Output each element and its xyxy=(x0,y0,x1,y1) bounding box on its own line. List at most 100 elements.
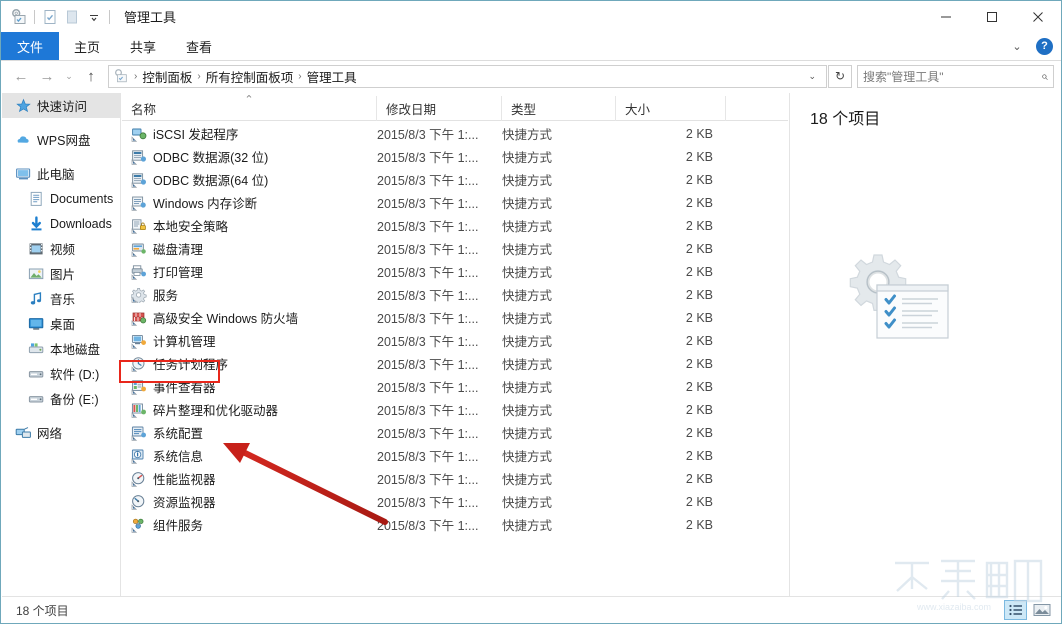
table-row[interactable]: 本地安全策略2015/8/3 下午 1:...快捷方式2 KB xyxy=(122,214,788,237)
breadcrumb-item-control-panel[interactable]: 控制面板 xyxy=(139,67,195,86)
file-type-cell: 快捷方式 xyxy=(502,308,616,327)
recent-locations-button[interactable]: ⌄ xyxy=(60,64,78,88)
tab-share[interactable]: 共享 xyxy=(115,32,171,60)
file-date-cell: 2015/8/3 下午 1:... xyxy=(377,446,502,465)
file-name-cell[interactable]: 系统信息 xyxy=(122,446,377,465)
sidebar-item-2[interactable]: 此电脑 xyxy=(2,161,120,186)
sidebar-item-0[interactable]: 快速访问 xyxy=(2,93,120,118)
file-name-cell[interactable]: 高级安全 Windows 防火墙 xyxy=(122,308,377,327)
sidebar-item-4[interactable]: Downloads xyxy=(2,211,120,236)
details-view-button[interactable] xyxy=(1004,600,1027,620)
file-name-cell[interactable]: Windows 内存诊断 xyxy=(122,193,377,212)
table-row[interactable]: 任务计划程序2015/8/3 下午 1:...快捷方式2 KB xyxy=(122,352,788,375)
table-row[interactable]: Windows 内存诊断2015/8/3 下午 1:...快捷方式2 KB xyxy=(122,191,788,214)
table-row[interactable]: iSCSI 发起程序2015/8/3 下午 1:...快捷方式2 KB xyxy=(122,122,788,145)
search-icon[interactable]: ⌕ xyxy=(1041,69,1048,84)
customize-qat-caret-icon[interactable] xyxy=(83,6,105,28)
file-name-cell[interactable]: 组件服务 xyxy=(122,515,377,534)
tab-view[interactable]: 查看 xyxy=(171,32,227,60)
sidebar-item-5[interactable]: 视频 xyxy=(2,236,120,261)
file-name-cell[interactable]: 服务 xyxy=(122,285,377,304)
back-button[interactable]: ← xyxy=(8,64,34,88)
table-row[interactable]: 系统配置2015/8/3 下午 1:...快捷方式2 KB xyxy=(122,421,788,444)
sidebar-item-label: 图片 xyxy=(50,264,75,283)
sidebar-item-11[interactable]: 备份 (E:) xyxy=(2,386,120,411)
file-name-label: 组件服务 xyxy=(153,515,203,534)
column-header-name[interactable]: 名称 xyxy=(122,96,377,121)
file-name-cell[interactable]: 磁盘清理 xyxy=(122,239,377,258)
table-row[interactable]: 打印管理2015/8/3 下午 1:...快捷方式2 KB xyxy=(122,260,788,283)
sidebar-item-3[interactable]: Documents xyxy=(2,186,120,211)
file-size-cell: 2 KB xyxy=(616,357,726,371)
sidebar-item-label: 视频 xyxy=(50,239,75,258)
sidebar-item-8[interactable]: 桌面 xyxy=(2,311,120,336)
table-row[interactable]: 碎片整理和优化驱动器2015/8/3 下午 1:...快捷方式2 KB xyxy=(122,398,788,421)
up-button[interactable]: ↑ xyxy=(78,64,104,88)
tab-home[interactable]: 主页 xyxy=(59,32,115,60)
address-dropdown-icon[interactable]: ⌄ xyxy=(804,71,822,82)
address-bar[interactable]: › 控制面板 › 所有控制面板项 › 管理工具 ⌄ xyxy=(108,65,827,88)
file-name-cell[interactable]: 打印管理 xyxy=(122,262,377,281)
sidebar-item-7[interactable]: 音乐 xyxy=(2,286,120,311)
table-row[interactable]: 计算机管理2015/8/3 下午 1:...快捷方式2 KB xyxy=(122,329,788,352)
large-icons-view-button[interactable] xyxy=(1030,600,1053,620)
table-row[interactable]: 服务2015/8/3 下午 1:...快捷方式2 KB xyxy=(122,283,788,306)
column-header-type[interactable]: 类型 xyxy=(502,96,616,121)
sidebar-item-1[interactable]: WPS网盘 xyxy=(2,127,120,152)
file-name-cell[interactable]: 计算机管理 xyxy=(122,331,377,350)
file-name-cell[interactable]: 资源监视器 xyxy=(122,492,377,511)
file-name-cell[interactable]: ODBC 数据源(32 位) xyxy=(122,147,377,166)
column-header-date-modified[interactable]: 修改日期 xyxy=(377,96,502,121)
ribbon-tab-bar: 文件 主页 共享 查看 ⌄ ? xyxy=(1,32,1061,61)
disk-cleanup-icon xyxy=(131,241,147,257)
folder-properties-icon[interactable] xyxy=(39,6,61,28)
table-row[interactable]: 组件服务2015/8/3 下午 1:...快捷方式2 KB xyxy=(122,513,788,536)
sidebar-item-label: 快速访问 xyxy=(37,96,87,115)
sidebar-item-10[interactable]: 软件 (D:) xyxy=(2,361,120,386)
perfmon-icon xyxy=(131,471,147,487)
sidebar-item-label: 音乐 xyxy=(50,289,75,308)
breadcrumb-item-administrative-tools[interactable]: 管理工具 xyxy=(304,67,360,86)
file-name-cell[interactable]: 任务计划程序 xyxy=(122,354,377,373)
table-row[interactable]: ODBC 数据源(64 位)2015/8/3 下午 1:...快捷方式2 KB xyxy=(122,168,788,191)
component-services-icon xyxy=(131,517,147,533)
forward-button[interactable]: → xyxy=(34,64,60,88)
sidebar-item-12[interactable]: 网络 xyxy=(2,420,120,445)
file-name-cell[interactable]: ODBC 数据源(64 位) xyxy=(122,170,377,189)
breadcrumb-item-all-control-panel-items[interactable]: 所有控制面板项 xyxy=(203,67,297,86)
help-icon[interactable]: ? xyxy=(1036,38,1053,55)
navigation-bar: ← → ⌄ ↑ › 控制面板 › 所有控制面板项 › 管理工具 ⌄ ↻ 搜索"管… xyxy=(1,61,1061,91)
file-name-cell[interactable]: 事件查看器 xyxy=(122,377,377,396)
chevron-down-icon[interactable]: ⌄ xyxy=(1008,40,1026,53)
column-header-size[interactable]: 大小 xyxy=(616,96,726,121)
minimize-button[interactable] xyxy=(923,1,969,32)
table-row[interactable]: ODBC 数据源(32 位)2015/8/3 下午 1:...快捷方式2 KB xyxy=(122,145,788,168)
close-button[interactable] xyxy=(1015,1,1061,32)
file-name-cell[interactable]: iSCSI 发起程序 xyxy=(122,124,377,143)
table-row[interactable]: 事件查看器2015/8/3 下午 1:...快捷方式2 KB xyxy=(122,375,788,398)
sidebar-item-6[interactable]: 图片 xyxy=(2,261,120,286)
table-row[interactable]: 资源监视器2015/8/3 下午 1:...快捷方式2 KB xyxy=(122,490,788,513)
computer-management-icon xyxy=(131,333,147,349)
file-size-cell: 2 KB xyxy=(616,150,726,164)
videos-icon xyxy=(28,241,45,257)
tab-file[interactable]: 文件 xyxy=(1,32,59,60)
search-input[interactable]: 搜索"管理工具" ⌕ xyxy=(857,65,1054,88)
table-row[interactable]: 磁盘清理2015/8/3 下午 1:...快捷方式2 KB xyxy=(122,237,788,260)
file-type-cell: 快捷方式 xyxy=(502,492,616,511)
maximize-button[interactable] xyxy=(969,1,1015,32)
file-name-cell[interactable]: 系统配置 xyxy=(122,423,377,442)
table-row[interactable]: 性能监视器2015/8/3 下午 1:...快捷方式2 KB xyxy=(122,467,788,490)
file-name-cell[interactable]: 性能监视器 xyxy=(122,469,377,488)
refresh-button[interactable]: ↻ xyxy=(828,65,852,88)
table-row[interactable]: 高级安全 Windows 防火墙2015/8/3 下午 1:...快捷方式2 K… xyxy=(122,306,788,329)
sidebar-item-9[interactable]: 本地磁盘 xyxy=(2,336,120,361)
file-size-cell: 2 KB xyxy=(616,288,726,302)
file-name-cell[interactable]: 本地安全策略 xyxy=(122,216,377,235)
new-folder-icon[interactable] xyxy=(61,6,83,28)
file-explorer-window: 管理工具 文件 主页 共享 查看 ⌄ ? ← → ⌄ ↑ xyxy=(0,0,1062,624)
file-date-cell: 2015/8/3 下午 1:... xyxy=(377,354,502,373)
file-name-cell[interactable]: 碎片整理和优化驱动器 xyxy=(122,400,377,419)
window-controls xyxy=(923,1,1061,32)
table-row[interactable]: 系统信息2015/8/3 下午 1:...快捷方式2 KB xyxy=(122,444,788,467)
